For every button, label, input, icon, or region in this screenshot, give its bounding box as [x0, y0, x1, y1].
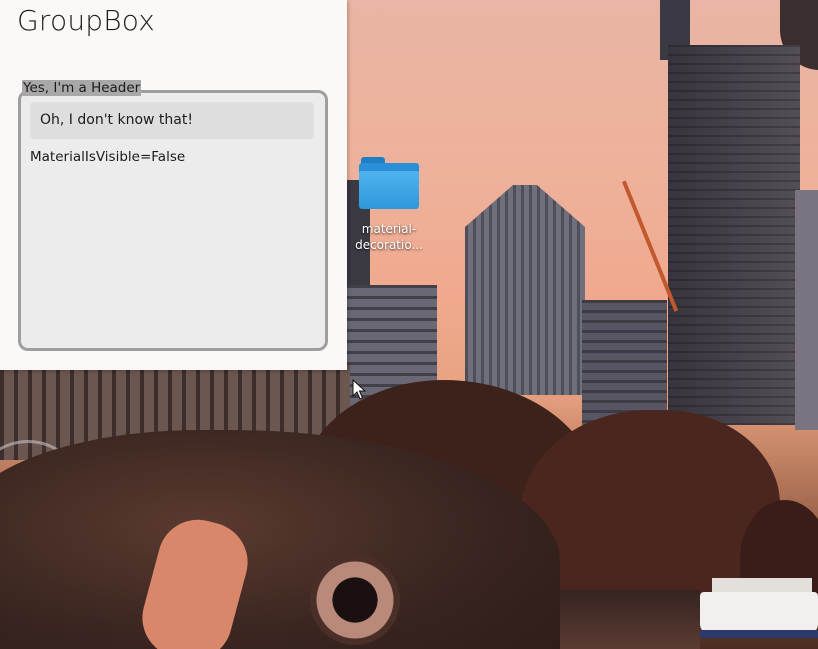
groupbox-button[interactable]: Oh, I don't know that! [30, 102, 314, 139]
desktop-folder[interactable]: material- decoratio... [355, 155, 423, 259]
wallpaper-boat [700, 592, 818, 634]
material-visibility-text: MaterialIsVisible=False [30, 149, 186, 165]
wallpaper-blurred-foreground [310, 555, 400, 645]
wallpaper-building [795, 190, 818, 430]
wallpaper-building [668, 45, 800, 425]
wallpaper-building [465, 185, 585, 395]
groupbox-header: Yes, I'm a Header [22, 80, 142, 96]
page-title: GroupBox [17, 4, 156, 37]
app-window: GroupBox Yes, I'm a Header Oh, I don't k… [0, 0, 347, 370]
wallpaper-boat [700, 630, 818, 638]
mouse-cursor-icon [352, 379, 366, 400]
folder-label: material- decoratio... [351, 221, 427, 253]
folder-label-line: material- [361, 222, 417, 236]
folder-label-line: decoratio... [355, 238, 423, 252]
